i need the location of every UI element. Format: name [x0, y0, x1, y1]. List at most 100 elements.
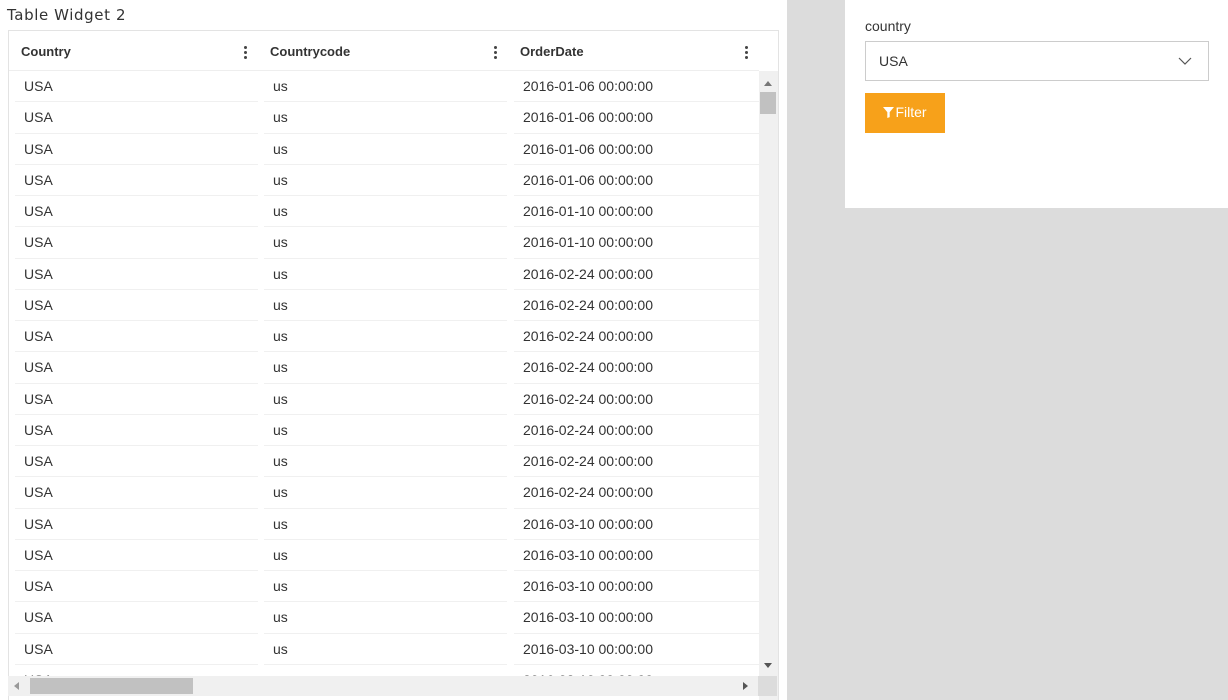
funnel-icon — [883, 106, 895, 118]
table-row[interactable]: USA us 2016-01-06 00:00:00 — [9, 71, 759, 103]
widget-title: Table Widget 2 — [7, 6, 127, 24]
scroll-left-icon[interactable] — [14, 682, 19, 690]
scroll-up-icon[interactable] — [764, 81, 772, 86]
table-cell: USA — [15, 446, 258, 478]
table-cell: 2016-02-24 00:00:00 — [514, 415, 759, 446]
table-cell: us — [264, 259, 507, 290]
table-row[interactable]: USA us 2016-02-24 00:00:00 — [9, 446, 759, 478]
table-cell: USA — [15, 196, 258, 228]
table-row[interactable]: USA us 2016-02-24 00:00:00 — [9, 384, 759, 415]
table-row[interactable]: USA us 2016-01-06 00:00:00 — [9, 102, 759, 134]
table-widget: Table Widget 2 Country Countrycode Order… — [0, 0, 787, 700]
table-cell: USA — [15, 540, 258, 571]
scroll-right-icon[interactable] — [743, 682, 748, 690]
table-cell: USA — [15, 571, 258, 603]
table-cell: us — [264, 634, 507, 665]
table-row[interactable]: USA us 2016-02-24 00:00:00 — [9, 259, 759, 290]
table-cell: us — [264, 384, 507, 415]
scroll-down-icon[interactable] — [764, 663, 772, 668]
table-row[interactable]: USA us 2016-02-24 00:00:00 — [9, 415, 759, 446]
grid-header: Country Countrycode OrderDate — [9, 31, 759, 71]
table-cell: USA — [15, 509, 258, 540]
column-header-label: Country — [21, 43, 71, 59]
column-header-label: OrderDate — [520, 43, 584, 59]
table-cell: us — [264, 477, 507, 509]
table-cell: 2016-03-10 00:00:00 — [514, 540, 759, 571]
table-row[interactable]: USAus2016-03-10 00:00:00 — [9, 509, 759, 540]
table-cell: 2016-01-06 00:00:00 — [514, 165, 759, 196]
table-cell: USA — [15, 227, 258, 259]
table-cell: 2016-03-10 00:00:00 — [514, 634, 759, 665]
table-cell: us — [264, 227, 507, 259]
table-cell: USA — [15, 634, 258, 665]
table-cell: us — [264, 509, 507, 540]
table-cell: 2016-01-10 00:00:00 — [514, 196, 759, 228]
table-cell: us — [264, 196, 507, 228]
table-row[interactable]: USA us 2016-01-10 00:00:00 — [9, 196, 759, 228]
table-row[interactable]: USAus2016-03-10 00:00:00 — [9, 571, 759, 603]
table-cell: 2016-02-24 00:00:00 — [514, 290, 759, 321]
kebab-menu-icon[interactable] — [240, 43, 250, 63]
horizontal-scroll-thumb[interactable] — [30, 678, 193, 694]
table-cell: 2016-03-10 00:00:00 — [514, 571, 759, 603]
table-cell: us — [264, 540, 507, 571]
table-cell: USA — [15, 290, 258, 321]
grid-body: USA us 2016-01-06 00:00:00 USA us 2016-01-06 … — [9, 71, 759, 681]
horizontal-scrollbar[interactable] — [8, 676, 758, 696]
table-cell: USA — [15, 384, 258, 415]
table-cell: USA — [15, 102, 258, 134]
table-row[interactable]: USA us 2016-02-24 00:00:00 — [9, 290, 759, 321]
table-cell: USA — [15, 321, 258, 353]
table-row[interactable]: USAus2016-03-10 00:00:00 — [9, 540, 759, 571]
table-cell: USA — [15, 602, 258, 634]
column-header-country[interactable]: Country — [9, 31, 258, 71]
table-cell: us — [264, 134, 507, 165]
table-cell: USA — [15, 134, 258, 165]
table-cell: us — [264, 71, 507, 103]
filter-button[interactable]: Filter — [865, 93, 945, 133]
table-cell: us — [264, 602, 507, 634]
table-cell: 2016-02-24 00:00:00 — [514, 384, 759, 415]
filter-widget: country USA Filter — [845, 0, 1228, 208]
table-cell: us — [264, 321, 507, 353]
table-cell: USA — [15, 352, 258, 384]
table-cell: USA — [15, 71, 258, 103]
table-cell: USA — [15, 259, 258, 290]
table-cell: 2016-01-06 00:00:00 — [514, 102, 759, 134]
country-label: country — [865, 18, 911, 34]
column-header-countrycode[interactable]: Countrycode — [258, 31, 508, 71]
table-cell: 2016-03-10 00:00:00 — [514, 509, 759, 540]
table-cell: us — [264, 165, 507, 196]
table-cell: USA — [15, 165, 258, 196]
column-header-label: Countrycode — [270, 43, 351, 59]
data-grid: Country Countrycode OrderDate USA us 2016-… — [8, 30, 779, 700]
table-row[interactable]: USAus2016-03-10 00:00:00 — [9, 634, 759, 665]
table-cell: us — [264, 290, 507, 321]
table-row[interactable]: USA us 2016-02-24 00:00:00 — [9, 477, 759, 509]
table-cell: us — [264, 571, 507, 603]
table-cell: 2016-02-24 00:00:00 — [514, 352, 759, 384]
vertical-scrollbar[interactable] — [759, 71, 778, 700]
kebab-menu-icon[interactable] — [741, 43, 751, 63]
table-cell: 2016-03-10 00:00:00 — [514, 602, 759, 634]
table-row[interactable]: USA us 2016-02-24 00:00:00 — [9, 321, 759, 353]
table-row[interactable]: USA us 2016-01-06 00:00:00 — [9, 134, 759, 165]
table-row[interactable]: USA us 2016-02-24 00:00:00 — [9, 352, 759, 384]
vertical-scroll-thumb[interactable] — [760, 92, 776, 114]
table-cell: 2016-01-06 00:00:00 — [514, 134, 759, 165]
table-row[interactable]: USAus2016-03-10 00:00:00 — [9, 602, 759, 634]
column-header-orderdate[interactable]: OrderDate — [508, 31, 759, 71]
table-row[interactable]: USA us 2016-01-06 00:00:00 — [9, 165, 759, 196]
scrollbar-corner — [758, 676, 777, 696]
table-cell: 2016-02-24 00:00:00 — [514, 446, 759, 478]
table-cell: us — [264, 446, 507, 478]
kebab-menu-icon[interactable] — [490, 43, 500, 63]
selected-value: USA — [879, 53, 908, 69]
country-select[interactable]: USA — [865, 41, 1209, 81]
table-cell: us — [264, 415, 507, 446]
table-cell: USA — [15, 415, 258, 446]
table-row[interactable]: USA us 2016-01-10 00:00:00 — [9, 227, 759, 259]
filter-button-label: Filter — [895, 104, 927, 120]
table-cell: USA — [15, 477, 258, 509]
table-cell: 2016-02-24 00:00:00 — [514, 477, 759, 509]
